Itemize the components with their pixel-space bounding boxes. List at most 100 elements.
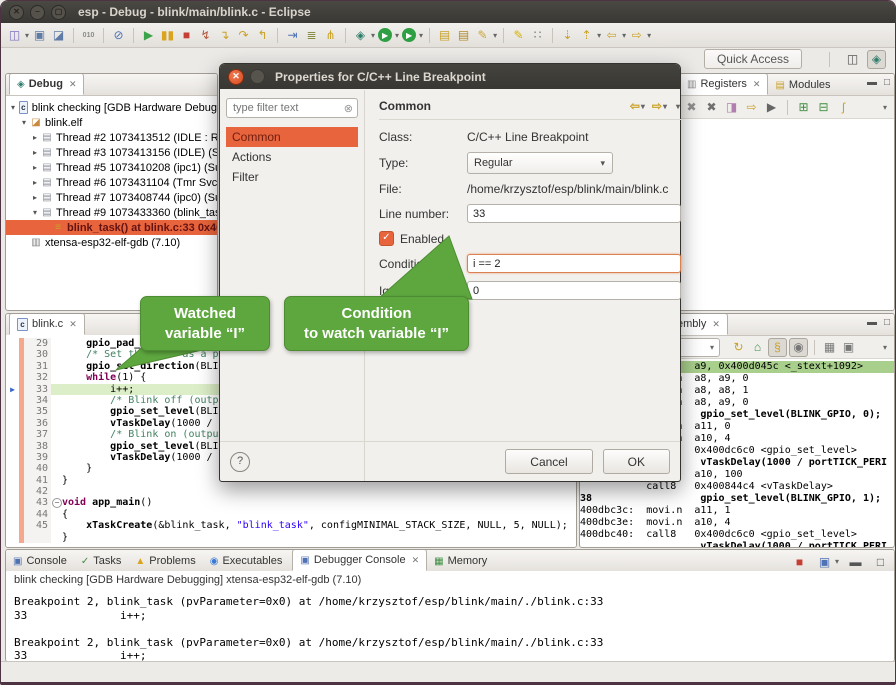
tab-debugger-console[interactable]: ▣Debugger Console✕ <box>292 549 427 571</box>
remove-all-icon[interactable]: ✖ <box>703 99 720 116</box>
run-icon[interactable]: ▶ <box>378 28 392 42</box>
tree-item[interactable]: ▥xtensa-esp32-elf-gdb (7.10) <box>6 235 217 250</box>
external-tools-icon-dropdown[interactable]: ▾ <box>419 31 423 40</box>
collapse-all-icon[interactable]: ⊟ <box>815 99 832 116</box>
external-tools-icon-group[interactable]: ▶▾ <box>400 28 424 42</box>
new-wizard-icon-dropdown[interactable]: ▾ <box>25 31 29 40</box>
marker-gutter[interactable] <box>6 452 19 463</box>
twist-icon[interactable]: ▾ <box>8 103 18 112</box>
filter-input[interactable] <box>231 101 315 115</box>
marker-gutter[interactable] <box>6 395 19 406</box>
minimize-icon[interactable]: ▬ <box>847 553 864 570</box>
home-icon[interactable]: ⌂ <box>749 339 766 356</box>
marker-gutter[interactable] <box>6 532 19 543</box>
cancel-button[interactable]: Cancel <box>505 449 592 474</box>
terminate-console-icon[interactable]: ■ <box>791 553 808 570</box>
forward-icon[interactable]: ⇨ <box>628 27 645 44</box>
display-console-icon-dropdown[interactable]: ▾ <box>835 557 839 566</box>
debug-perspective-icon[interactable]: ◈ <box>867 50 886 69</box>
window-close-button[interactable]: ✕ <box>9 5 24 20</box>
maximize-icon[interactable]: □ <box>884 77 890 88</box>
expand-all-icon[interactable]: ⊞ <box>795 99 812 116</box>
new-wizard-icon-group[interactable]: ◫▾ <box>5 27 30 44</box>
debug-icon-group[interactable]: ◈▾ <box>351 27 376 44</box>
minimize-icon[interactable]: ▬ <box>867 77 877 88</box>
dialog-close-button[interactable]: ✕ <box>228 69 244 85</box>
tab-modules[interactable]: ▤Modules <box>768 75 837 95</box>
tab-executables[interactable]: ◉Executables <box>203 551 290 571</box>
search-icon[interactable]: ✎ <box>474 27 491 44</box>
tab-tasks[interactable]: ✓Tasks <box>74 551 129 571</box>
step-into-icon[interactable]: ↴ <box>216 27 233 44</box>
forward-dropdown-icon[interactable]: ▾ <box>663 102 667 111</box>
show-columns-icon[interactable]: ◨ <box>723 99 740 116</box>
forward-icon-group[interactable]: ⇨▾ <box>627 27 652 44</box>
marker-gutter[interactable] <box>6 486 19 497</box>
open-perspective-icon[interactable]: ◫ <box>844 51 861 68</box>
go-to-annotation-icon-dropdown[interactable]: ▾ <box>597 31 601 40</box>
clear-filter-icon[interactable]: ⊗ <box>344 102 353 115</box>
twist-icon[interactable]: ▸ <box>30 178 40 187</box>
forward-icon-dropdown[interactable]: ▾ <box>647 31 651 40</box>
display-console-icon-group[interactable]: ▣▾ <box>815 553 840 570</box>
annotation-icon[interactable]: ∷ <box>529 27 546 44</box>
marker-gutter[interactable] <box>6 441 19 452</box>
dialog-restore-button[interactable] <box>250 69 265 84</box>
tree-item[interactable]: ▾cblink checking [GDB Hardware Debug <box>6 100 217 115</box>
maximize-icon[interactable]: □ <box>884 317 890 328</box>
close-icon[interactable]: ✕ <box>712 319 720 330</box>
breakpoint-marker-icon[interactable]: ▶ <box>6 384 19 395</box>
twist-icon[interactable]: ▸ <box>30 193 40 202</box>
twist-icon[interactable]: ▸ <box>30 148 40 157</box>
open-resource-icon[interactable]: ▤ <box>455 27 472 44</box>
save-all-icon[interactable]: ◪ <box>50 27 67 44</box>
close-icon[interactable]: ✕ <box>753 79 761 90</box>
open-element-icon[interactable]: ▤ <box>436 27 453 44</box>
new-wizard-icon[interactable]: ◫ <box>6 27 23 44</box>
tab-memory[interactable]: ▦Memory <box>427 551 494 571</box>
tree-item[interactable]: ▸▤Thread #6 1073431104 (Tmr Svc) (S <box>6 175 217 190</box>
marker-gutter[interactable] <box>6 406 19 417</box>
resume-icon[interactable]: ▶ <box>140 27 157 44</box>
tab-problems[interactable]: ▲Problems <box>128 551 202 571</box>
window-minimize-button[interactable]: – <box>30 5 45 20</box>
tree-item[interactable]: ▾▤Thread #9 1073433360 (blink_task : <box>6 205 217 220</box>
tree-item[interactable]: ▾◪blink.elf <box>6 115 217 130</box>
line-number-field[interactable] <box>467 204 681 223</box>
terminate-icon[interactable]: ■ <box>178 27 195 44</box>
dialog-section-actions[interactable]: Actions <box>226 147 358 167</box>
back-icon[interactable]: ⇦ <box>630 99 640 113</box>
close-icon[interactable]: ✕ <box>69 319 77 330</box>
maximize-icon[interactable]: □ <box>872 553 889 570</box>
marker-gutter[interactable] <box>6 372 19 383</box>
help-button[interactable]: ? <box>230 452 250 472</box>
collapse-icon[interactable]: − <box>52 498 62 508</box>
chevron-down-icon[interactable]: ▾ <box>710 343 714 352</box>
fold-gutter[interactable]: − <box>51 497 62 508</box>
marker-gutter[interactable] <box>6 520 19 531</box>
save-icon[interactable]: ▣ <box>31 27 48 44</box>
search-icon-dropdown[interactable]: ▾ <box>493 31 497 40</box>
step-filters-icon[interactable]: ⋔ <box>322 27 339 44</box>
suspend-icon[interactable]: ▮▮ <box>159 27 176 44</box>
close-icon[interactable]: ✕ <box>69 79 77 90</box>
marker-gutter[interactable] <box>6 509 19 520</box>
run-icon-group[interactable]: ▶▾ <box>376 28 400 42</box>
close-icon[interactable]: ✕ <box>412 555 420 566</box>
run-icon-dropdown[interactable]: ▾ <box>395 31 399 40</box>
enabled-checkbox[interactable]: ✓ <box>379 231 394 246</box>
dialog-section-common[interactable]: Common <box>226 127 358 147</box>
dialog-section-filter[interactable]: Filter <box>226 167 358 187</box>
display-console-icon[interactable]: ▣ <box>816 553 833 570</box>
type-combo[interactable]: Regular ▾ <box>467 152 613 174</box>
external-tools-icon[interactable]: ▶ <box>402 28 416 42</box>
marker-gutter[interactable] <box>6 338 19 349</box>
go-to-annotation-icon[interactable]: ⇡ <box>578 27 595 44</box>
tree-item[interactable]: ▸▤Thread #7 1073408744 (ipc0) (Susp <box>6 190 217 205</box>
select-pointer-icon[interactable]: ▶ <box>763 99 780 116</box>
back-icon[interactable]: ⇦ <box>603 27 620 44</box>
link-view-icon[interactable]: ʃ <box>835 99 852 116</box>
marker-gutter[interactable] <box>6 497 19 508</box>
sync-selection-toggle-icon[interactable]: ◉ <box>789 338 808 357</box>
tab-blink-c[interactable]: c blink.c ✕ <box>9 313 85 335</box>
